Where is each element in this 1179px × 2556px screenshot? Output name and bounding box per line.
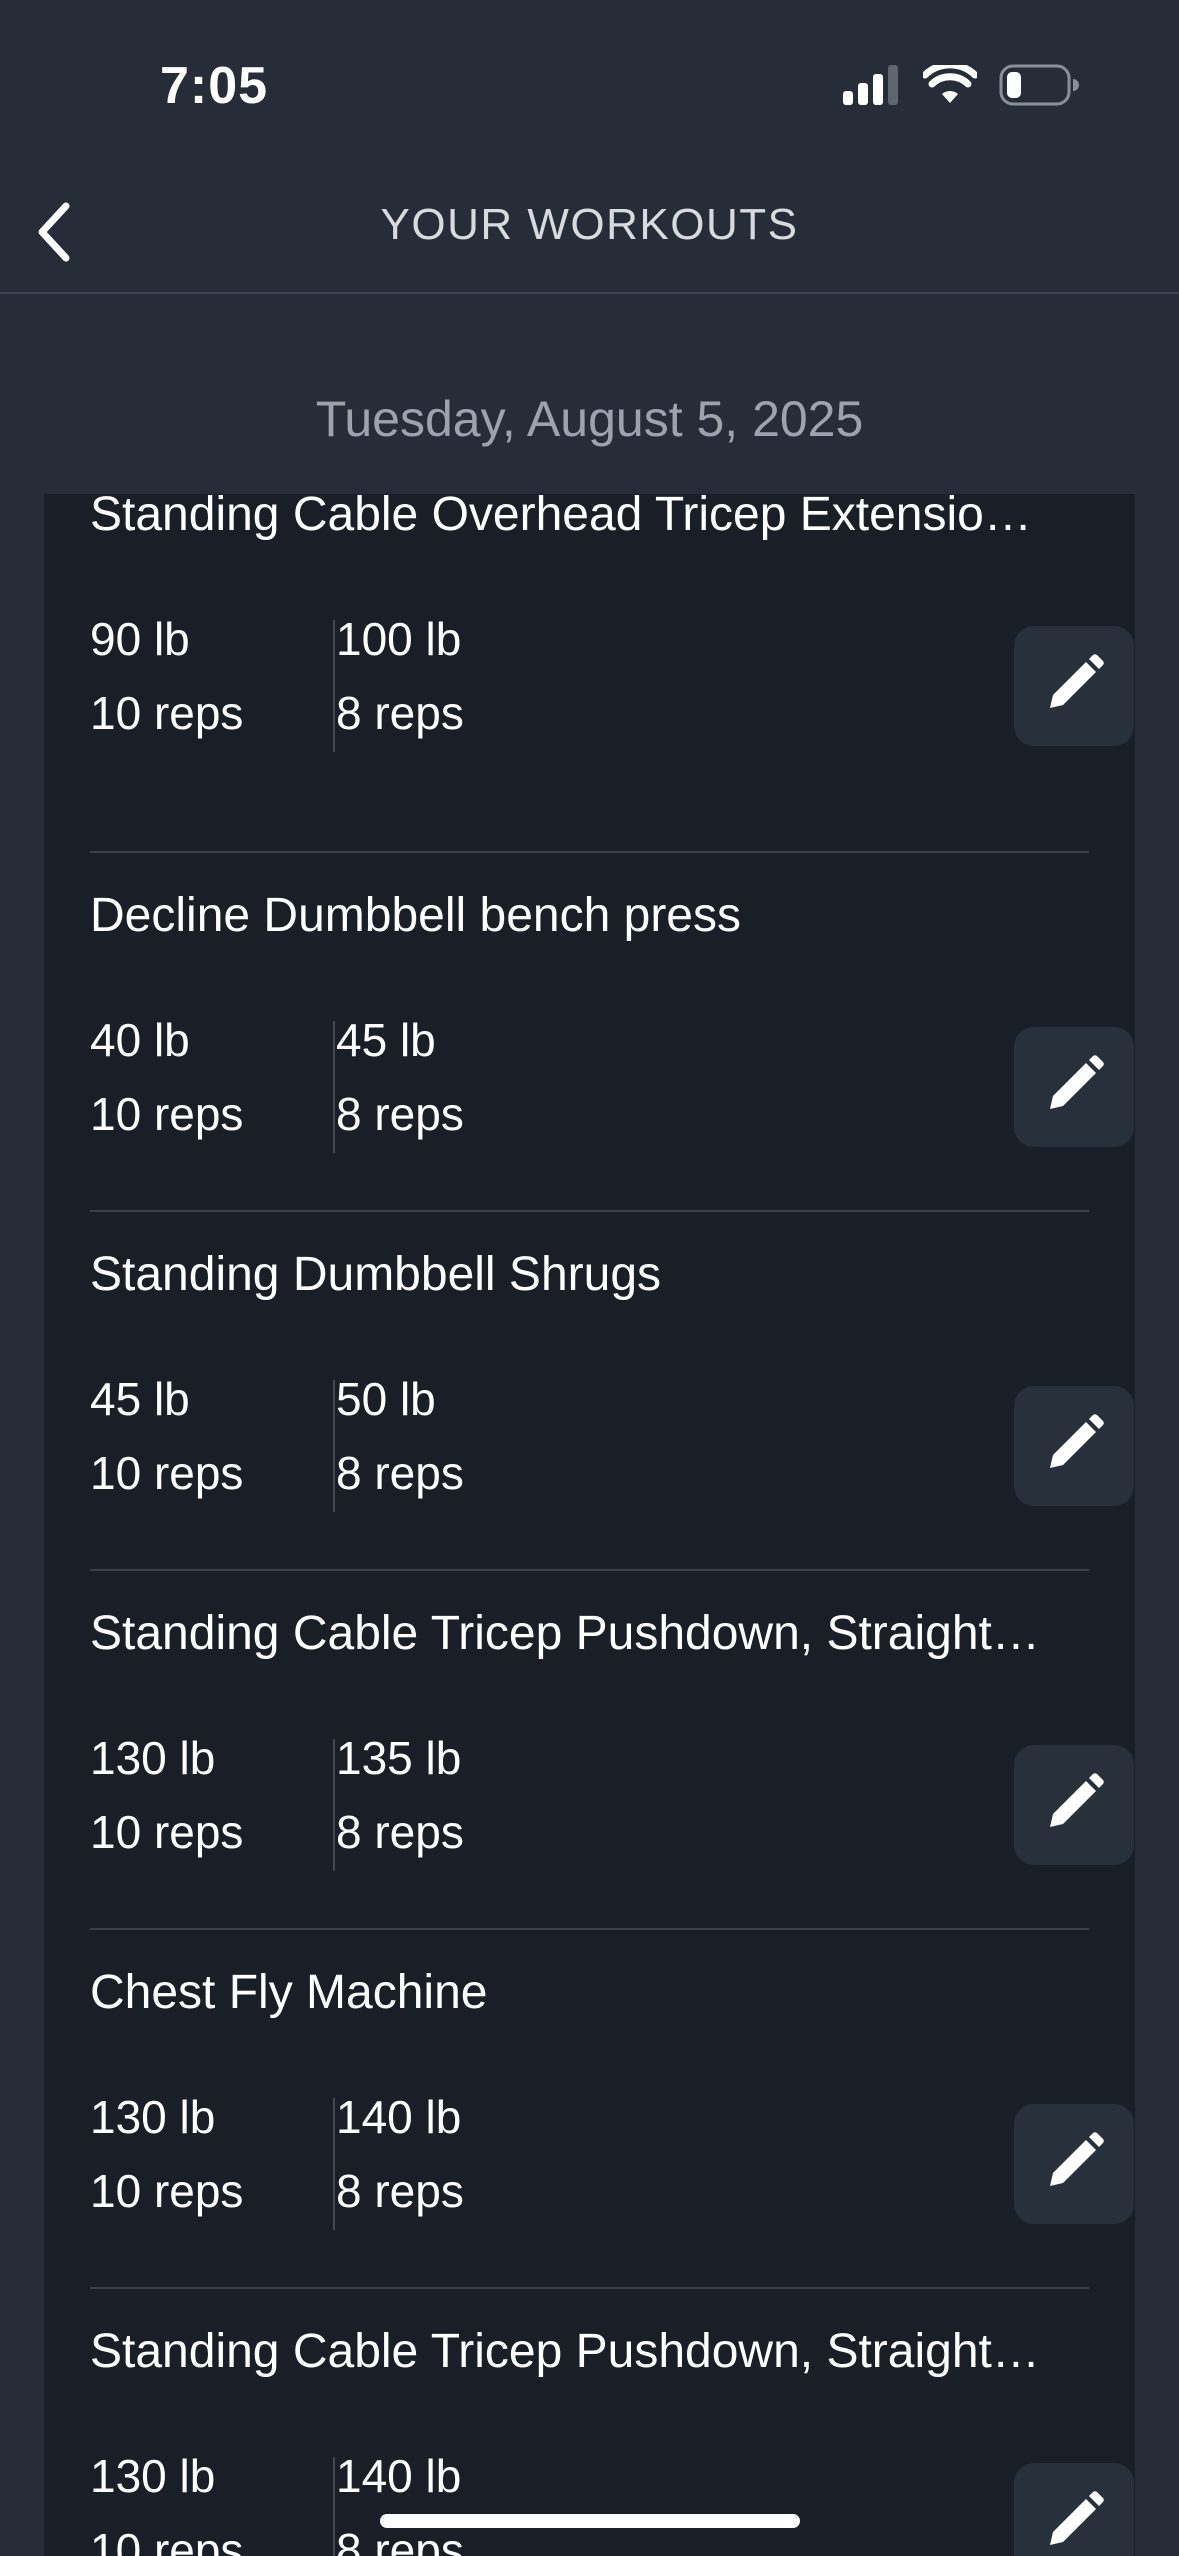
set-reps: 10 reps — [90, 1088, 244, 1140]
set-weight: 45 lb — [90, 1373, 190, 1425]
set-weight: 45 lb — [336, 1014, 436, 1066]
pencil-icon — [1042, 2130, 1106, 2199]
workout-date: Tuesday, August 5, 2025 — [315, 391, 864, 447]
set-weight: 130 lb — [90, 2450, 216, 2502]
set-weight: 140 lb — [336, 2091, 462, 2143]
nav-bar: YOUR WORKOUTS — [0, 170, 1179, 294]
set-weight: 100 lb — [336, 613, 462, 665]
set-reps: 10 reps — [90, 1447, 244, 1499]
workout-item: Standing Dumbbell Shrugs 45 lb 10 reps 5… — [90, 1212, 1134, 1571]
set-1: 130 lb 10 reps — [90, 1721, 243, 1869]
set-weight: 130 lb — [90, 1732, 216, 1784]
set-divider — [333, 1739, 335, 1871]
workouts-screen: 7:05 YOUR WORKOUTS Tuesday, August 5, 20… — [0, 0, 1179, 2556]
edit-workout-button[interactable] — [1014, 2463, 1134, 2556]
status-time: 7:05 — [160, 57, 269, 115]
workout-item: Chest Fly Machine 130 lb 10 reps 140 lb … — [90, 1930, 1134, 2289]
set-divider — [333, 2457, 335, 2556]
edit-workout-button[interactable] — [1014, 626, 1134, 746]
pencil-icon — [1042, 2489, 1106, 2556]
edit-workout-button[interactable] — [1014, 1027, 1134, 1147]
set-weight: 40 lb — [90, 1014, 190, 1066]
set-divider — [333, 1021, 335, 1153]
edit-workout-button[interactable] — [1014, 1386, 1134, 1506]
set-reps: 8 reps — [336, 1088, 464, 1140]
set-reps: 10 reps — [90, 1806, 244, 1858]
workout-item: Standing Cable Tricep Pushdown, Straight… — [90, 1571, 1134, 1930]
status-icons — [843, 61, 1079, 111]
edit-workout-button[interactable] — [1014, 2104, 1134, 2224]
set-reps: 8 reps — [336, 2165, 464, 2217]
exercise-name: Standing Cable Tricep Pushdown, Straight… — [90, 1607, 1040, 1660]
set-1: 130 lb 10 reps — [90, 2080, 243, 2228]
set-reps: 8 reps — [336, 687, 464, 739]
set-divider — [333, 620, 335, 752]
exercise-name: Standing Cable Tricep Pushdown, Straight… — [90, 2325, 1040, 2378]
workout-item: Decline Dumbbell bench press 40 lb 10 re… — [90, 853, 1134, 1212]
set-2: 100 lb 8 reps — [336, 602, 464, 750]
pencil-icon — [1042, 1412, 1106, 1481]
set-2: 50 lb 8 reps — [336, 1362, 464, 1510]
workout-item: Standing Cable Overhead Tricep Extensio…… — [90, 488, 1134, 853]
pencil-icon — [1042, 652, 1106, 721]
set-divider — [333, 2098, 335, 2230]
set-reps: 8 reps — [336, 1806, 464, 1858]
exercise-name: Standing Cable Overhead Tricep Extensio… — [90, 488, 1032, 541]
exercise-name: Standing Dumbbell Shrugs — [90, 1248, 662, 1301]
battery-icon — [999, 64, 1079, 111]
page-title: YOUR WORKOUTS — [380, 200, 799, 249]
set-2: 135 lb 8 reps — [336, 1721, 464, 1869]
exercise-name: Decline Dumbbell bench press — [90, 889, 741, 942]
set-1: 40 lb 10 reps — [90, 1003, 243, 1151]
set-divider — [333, 1380, 335, 1512]
set-reps: 8 reps — [336, 1447, 464, 1499]
set-1: 130 lb 10 reps — [90, 2439, 243, 2556]
pencil-icon — [1042, 1053, 1106, 1122]
home-indicator[interactable] — [380, 2514, 800, 2528]
edit-workout-button[interactable] — [1014, 1745, 1134, 1865]
status-bar: 7:05 — [0, 0, 1179, 170]
pencil-icon — [1042, 1771, 1106, 1840]
set-2: 140 lb 8 reps — [336, 2080, 464, 2228]
workout-list: Standing Cable Overhead Tricep Extensio…… — [44, 488, 1135, 2556]
set-weight: 130 lb — [90, 2091, 216, 2143]
exercise-name: Chest Fly Machine — [90, 1966, 488, 2019]
set-2: 45 lb 8 reps — [336, 1003, 464, 1151]
set-1: 90 lb 10 reps — [90, 602, 243, 750]
set-1: 45 lb 10 reps — [90, 1362, 243, 1510]
wifi-icon — [921, 61, 979, 110]
set-weight: 90 lb — [90, 613, 190, 665]
set-weight: 50 lb — [336, 1373, 436, 1425]
set-reps: 10 reps — [90, 2524, 244, 2556]
set-reps: 10 reps — [90, 2165, 244, 2217]
cellular-signal-icon — [843, 65, 901, 110]
set-reps: 10 reps — [90, 687, 244, 739]
set-2: 140 lb 8 reps — [336, 2439, 464, 2556]
set-weight: 135 lb — [336, 1732, 462, 1784]
set-weight: 140 lb — [336, 2450, 462, 2502]
